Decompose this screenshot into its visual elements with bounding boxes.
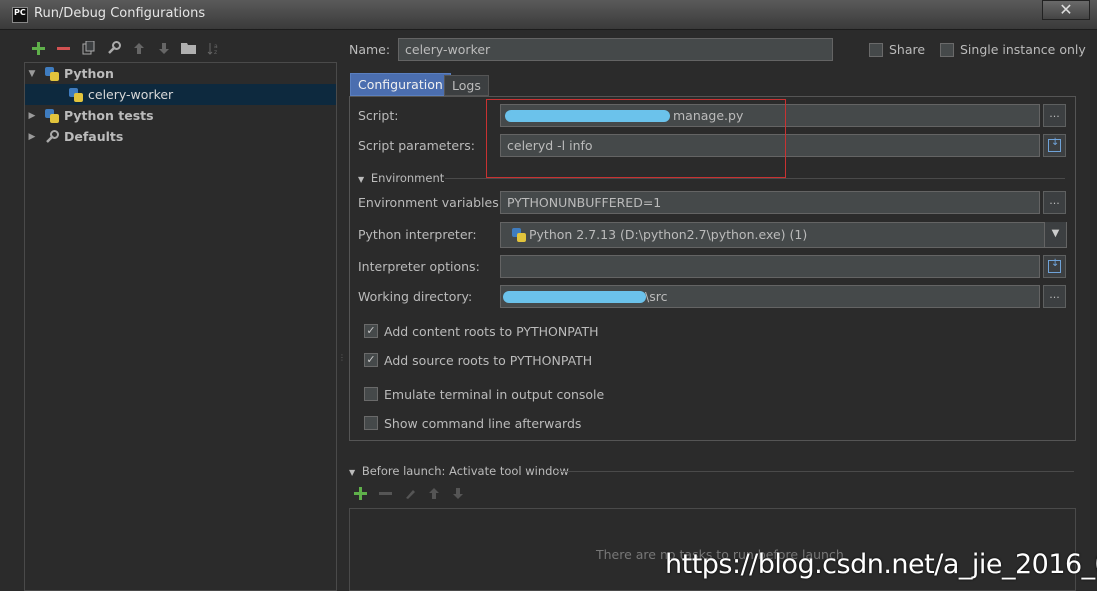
watermark: https://blog.csdn.net/a_jie_2016_05 [665,549,1097,580]
defaults-icon [45,129,59,144]
emulate-terminal-checkbox[interactable] [364,387,378,401]
pycharm-logo-icon: PC [12,7,28,23]
wrench-icon[interactable] [101,38,126,58]
tree-item-label: Python [64,66,114,81]
share-label: Share [889,42,926,57]
working-directory-label: Working directory: [358,289,473,304]
tree-item-celery-worker[interactable]: celery-worker [25,84,336,105]
environment-variables-browse-button[interactable]: ... [1043,191,1066,214]
tree-item-label: Python tests [64,108,154,123]
highlight-box [486,99,786,178]
interpreter-options-input[interactable] [500,255,1040,278]
environment-variables-input[interactable]: PYTHONUNBUFFERED=1 [500,191,1040,214]
expanded-arrow-icon[interactable]: ▼ [25,69,39,79]
window-title: Run/Debug Configurations [34,6,206,21]
before-launch-toolbar [354,487,464,503]
script-browse-button[interactable]: ... [1043,104,1066,127]
arrow-down-icon[interactable] [151,38,176,58]
copy-icon[interactable] [76,38,101,58]
show-command-line-label: Show command line afterwards [384,416,582,431]
remove-icon[interactable] [379,487,392,503]
tab-configuration[interactable]: Configuration [350,73,451,96]
share-checkbox[interactable] [869,43,883,57]
tab-logs[interactable]: Logs [444,75,489,96]
tree-item-python-tests[interactable]: ▶ Python tests [25,105,336,126]
show-command-line-checkbox[interactable] [364,416,378,430]
tree-item-python[interactable]: ▼ Python [25,63,336,84]
redacted-mark [503,291,646,303]
before-launch-header[interactable]: ▼ Before launch: Activate tool window [349,464,569,478]
tree-item-label: celery-worker [88,87,174,102]
python-interpreter-select[interactable]: Python 2.7.13 (D:\python2.7\python.exe) … [500,222,1067,248]
emulate-terminal-label: Emulate terminal in output console [384,387,605,402]
name-input[interactable]: celery-worker [398,38,833,61]
chevron-down-icon[interactable]: ▼ [1044,222,1066,247]
script-parameters-expand-button[interactable] [1043,134,1066,157]
svg-text:z: z [214,49,217,55]
working-directory-browse-button[interactable]: ... [1043,285,1066,308]
source-roots-checkbox[interactable]: ✓ [364,353,378,367]
section-divider [557,471,1074,472]
expand-icon [1048,258,1061,273]
collapse-arrow-icon: ▼ [358,175,365,184]
python-tests-icon [45,108,59,123]
single-instance-checkbox[interactable] [940,43,954,57]
collapsed-arrow-icon[interactable]: ▶ [25,111,39,121]
collapsed-arrow-icon[interactable]: ▶ [25,132,39,142]
content-roots-checkbox[interactable]: ✓ [364,324,378,338]
sort-icon[interactable]: az [201,38,226,58]
edit-icon[interactable] [404,487,416,503]
add-icon[interactable] [26,38,51,58]
environment-variables-label: Environment variables: [358,195,503,210]
splitter-handle[interactable]: ⋮ [338,354,346,370]
arrow-down-icon[interactable] [452,487,464,503]
tree-item-defaults[interactable]: ▶ Defaults [25,126,336,147]
folder-icon[interactable] [176,38,201,58]
section-divider [445,178,1065,179]
tree-item-label: Defaults [64,129,124,144]
content-roots-label: Add content roots to PYTHONPATH [384,324,599,339]
python-interpreter-label: Python interpreter: [358,227,477,242]
name-label: Name: [349,42,391,57]
interpreter-options-label: Interpreter options: [358,259,480,274]
collapse-arrow-icon: ▼ [349,468,356,477]
close-button[interactable]: ✕ [1042,0,1090,20]
source-roots-label: Add source roots to PYTHONPATH [384,353,593,368]
interpreter-options-expand-button[interactable] [1043,255,1066,278]
environment-section-header[interactable]: ▼ Environment [358,171,444,185]
python-icon [45,66,59,81]
script-label: Script: [358,108,399,123]
config-toolbar: az [26,38,226,58]
left-edge [0,30,10,591]
arrow-up-icon[interactable] [126,38,151,58]
python-icon [69,87,83,102]
arrow-up-icon[interactable] [428,487,440,503]
script-parameters-label: Script parameters: [358,138,475,153]
expand-icon [1048,137,1061,152]
add-icon[interactable] [354,487,367,503]
remove-icon[interactable] [51,38,76,58]
single-instance-label: Single instance only [960,42,1086,57]
